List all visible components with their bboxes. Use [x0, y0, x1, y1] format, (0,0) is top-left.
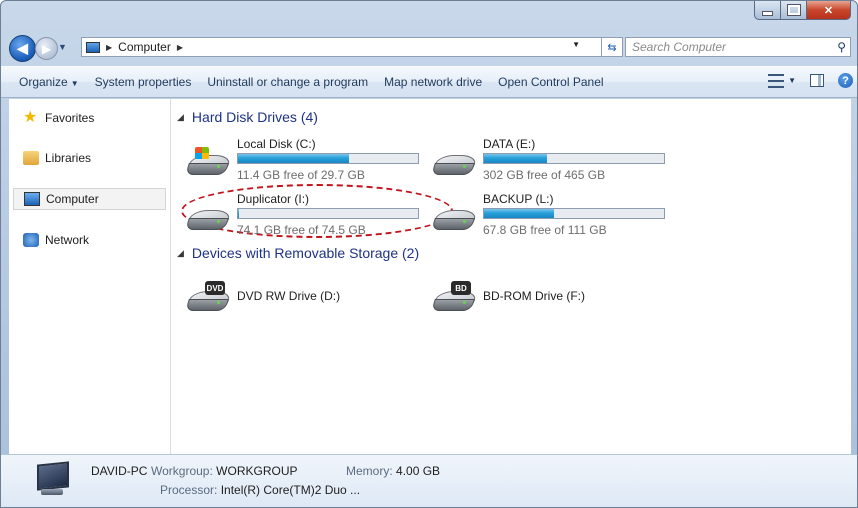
bd-drive-icon: BD — [431, 281, 478, 315]
hard-drive-icon — [431, 200, 478, 234]
caption-buttons: ✕ — [754, 1, 851, 20]
collapse-icon[interactable]: ◢ — [177, 248, 184, 259]
maximize-icon — [786, 4, 801, 16]
command-bar: Organize ▼ System properties Uninstall or… — [1, 66, 857, 98]
drive-name: DVD RW Drive (D:) — [237, 289, 341, 303]
libraries-icon — [23, 151, 39, 165]
computer-name: DAVID-PC — [91, 464, 148, 478]
workgroup-row: Workgroup: WORKGROUP — [151, 464, 298, 478]
breadcrumb-computer[interactable]: Computer — [118, 40, 171, 54]
collapse-icon[interactable]: ◢ — [177, 112, 184, 123]
drive-item[interactable]: Local Disk (C:) 11.4 GB free of 29.7 GB — [185, 137, 447, 185]
navigation-pane: ★ Favorites Libraries Computer Network — [9, 99, 171, 454]
map-network-drive-button[interactable]: Map network drive — [376, 75, 490, 89]
sidebar-item-libraries[interactable]: Libraries — [13, 147, 166, 169]
drive-item[interactable]: BD BD-ROM Drive (F:) — [431, 277, 673, 325]
help-icon[interactable]: ? — [838, 73, 853, 88]
organize-label: Organize — [19, 75, 68, 89]
forward-button[interactable]: ▶ — [35, 37, 58, 60]
sidebar-item-favorites[interactable]: ★ Favorites — [13, 107, 166, 129]
breadcrumb-separator-icon[interactable]: ▶ — [177, 43, 183, 52]
change-view-button[interactable]: ▼ — [768, 73, 796, 88]
explorer-window: ✕ ◀ ▶ ▼ ▶ Computer ▶ ▼ ⇆ Search Computer… — [0, 0, 858, 508]
hard-drive-icon — [185, 200, 232, 234]
minimize-icon — [762, 10, 773, 16]
star-icon: ★ — [23, 109, 38, 126]
system-drive-icon — [185, 145, 232, 179]
windows-logo-icon — [195, 147, 209, 159]
drive-item[interactable]: Duplicator (I:) 74.1 GB free of 74.5 GB — [181, 184, 453, 240]
open-control-panel-button[interactable]: Open Control Panel — [490, 75, 611, 89]
drive-name: BACKUP (L:) — [483, 192, 554, 206]
refresh-button[interactable]: ⇆ — [601, 37, 623, 57]
drive-usage-bar — [483, 153, 665, 164]
drive-free-space: 67.8 GB free of 111 GB — [483, 223, 607, 237]
sidebar-item-network[interactable]: Network — [13, 229, 166, 251]
sidebar-item-label: Libraries — [45, 151, 92, 165]
sidebar-item-computer[interactable]: Computer — [13, 188, 166, 210]
view-controls: ▼ ? — [768, 73, 853, 88]
drive-name: Local Disk (C:) — [237, 137, 316, 151]
drive-usage-bar — [237, 153, 419, 164]
chevron-down-icon: ▼ — [70, 79, 79, 88]
memory-row: Memory: 4.00 GB — [346, 464, 441, 478]
monitor-icon — [31, 461, 71, 501]
search-placeholder: Search Computer — [632, 40, 727, 54]
recent-pages-dropdown[interactable]: ▼ — [58, 42, 67, 52]
drive-usage-bar — [237, 208, 419, 219]
address-bar[interactable]: ▶ Computer ▶ ▼ — [81, 37, 607, 57]
drive-name: DATA (E:) — [483, 137, 536, 151]
drive-usage-bar — [483, 208, 665, 219]
close-button[interactable]: ✕ — [807, 1, 851, 20]
search-icon[interactable]: ⚲ — [837, 40, 846, 54]
computer-icon — [24, 192, 40, 206]
close-icon: ✕ — [823, 4, 834, 17]
address-row: ◀ ▶ ▼ ▶ Computer ▶ ▼ ⇆ Search Computer ⚲ — [1, 34, 857, 62]
organize-button[interactable]: Organize ▼ — [11, 75, 87, 89]
drive-free-space: 74.1 GB free of 74.5 GB — [237, 223, 366, 237]
drive-item[interactable]: BACKUP (L:) 67.8 GB free of 111 GB — [431, 192, 693, 240]
group-header-label: Devices with Removable Storage (2) — [191, 245, 420, 261]
refresh-icon: ⇆ — [607, 41, 617, 54]
drive-free-space: 302 GB free of 465 GB — [483, 168, 606, 182]
back-arrow-icon: ◀ — [17, 40, 28, 56]
minimize-button[interactable] — [754, 1, 781, 20]
forward-arrow-icon: ▶ — [41, 41, 52, 56]
group-header-hard-disks[interactable]: ◢ Hard Disk Drives (4) — [177, 109, 318, 125]
sidebar-item-label: Computer — [46, 192, 99, 206]
group-header-removable[interactable]: ◢ Devices with Removable Storage (2) — [177, 245, 419, 261]
drive-item[interactable]: DVD DVD RW Drive (D:) — [185, 277, 427, 325]
hard-drive-icon — [431, 145, 478, 179]
sidebar-item-label: Favorites — [45, 111, 95, 125]
drive-name: Duplicator (I:) — [237, 192, 310, 206]
drive-item[interactable]: DATA (E:) 302 GB free of 465 GB — [431, 137, 693, 185]
group-header-label: Hard Disk Drives (4) — [191, 109, 318, 125]
uninstall-program-button[interactable]: Uninstall or change a program — [199, 75, 376, 89]
maximize-button[interactable] — [781, 1, 807, 20]
drive-free-space: 11.4 GB free of 29.7 GB — [237, 168, 365, 182]
dvd-drive-icon: DVD — [185, 281, 232, 315]
preview-pane-button[interactable] — [810, 74, 824, 87]
back-button[interactable]: ◀ — [9, 35, 36, 62]
drive-name: BD-ROM Drive (F:) — [483, 289, 585, 303]
view-options-icon — [768, 73, 785, 88]
breadcrumb-separator-icon[interactable]: ▶ — [106, 43, 112, 52]
system-properties-button[interactable]: System properties — [87, 75, 200, 89]
details-pane: DAVID-PC Workgroup: WORKGROUP Memory: 4.… — [1, 454, 857, 507]
chevron-down-icon: ▼ — [788, 76, 796, 85]
search-input[interactable]: Search Computer ⚲ — [625, 37, 851, 57]
processor-row: Processor: Intel(R) Core(TM)2 Duo ... — [160, 483, 361, 497]
computer-icon — [86, 41, 100, 53]
address-dropdown-icon[interactable]: ▼ — [572, 40, 580, 49]
content-pane: ◢ Hard Disk Drives (4) Local Disk (C:) 1… — [171, 99, 851, 454]
sidebar-item-label: Network — [45, 233, 90, 247]
network-icon — [23, 233, 39, 247]
